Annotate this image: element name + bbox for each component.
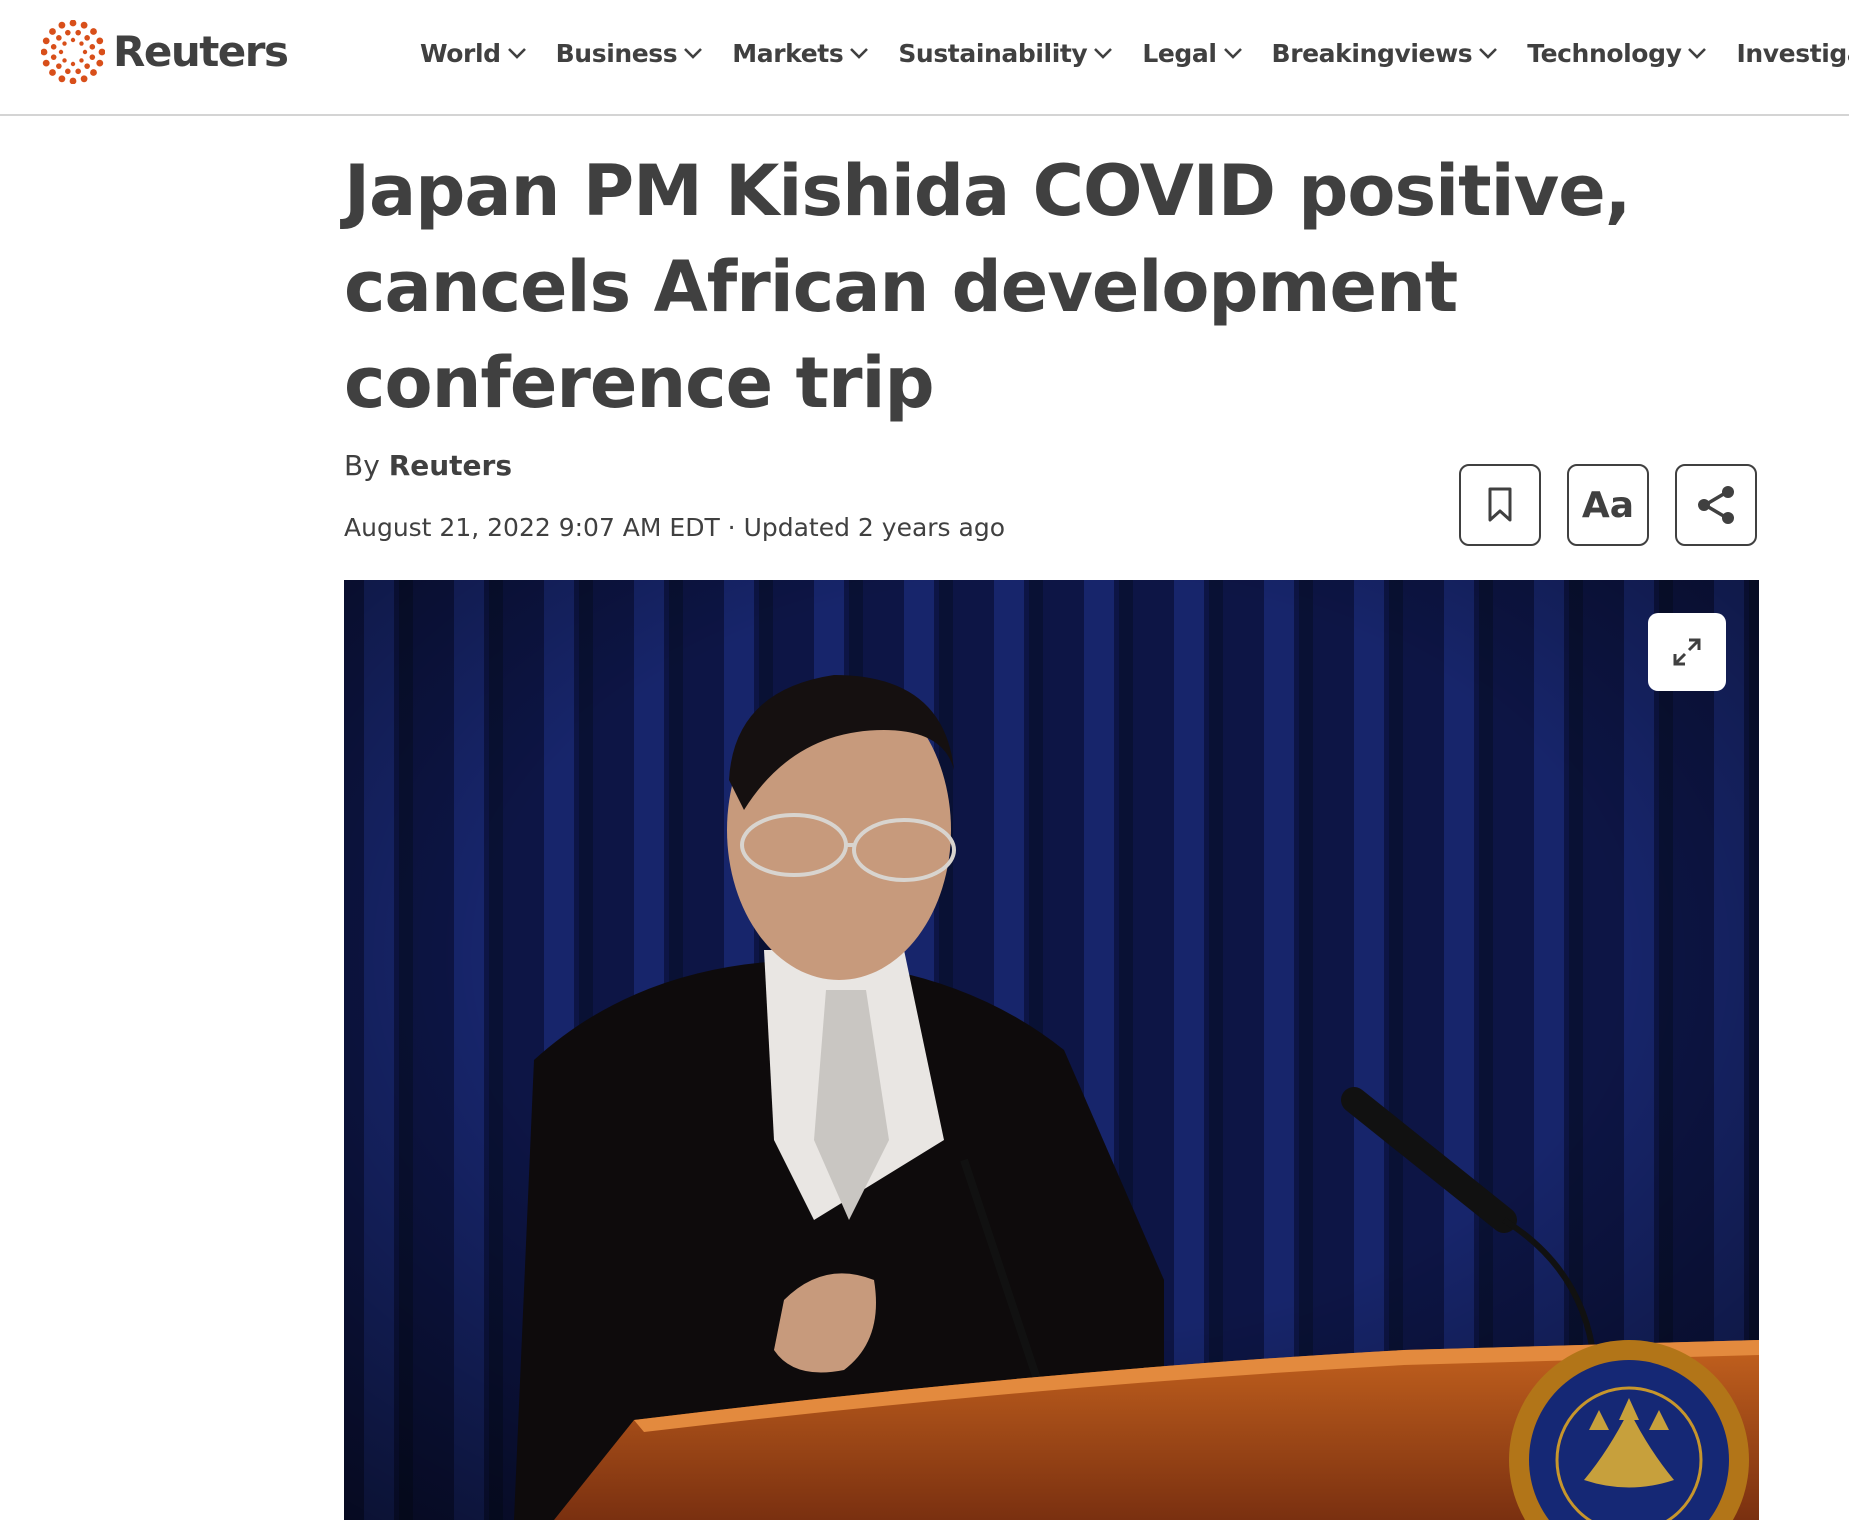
reuters-logo-icon (41, 20, 105, 84)
logo-dot (90, 28, 97, 35)
nav-item-world[interactable]: World (420, 39, 527, 68)
logo-dot (42, 59, 50, 67)
share-icon (1698, 486, 1734, 524)
logo-dot (58, 21, 66, 29)
nav-item-legal[interactable]: Legal (1142, 39, 1242, 68)
logo-dot (80, 21, 88, 29)
logo-dot (69, 77, 77, 84)
logo-dot (79, 58, 84, 63)
logo-dot (70, 61, 76, 67)
logo-dot (79, 41, 84, 46)
logo-dot (96, 37, 104, 45)
bookmark-button[interactable] (1459, 464, 1541, 546)
logo-dot (49, 28, 56, 35)
chevron-down-icon (1223, 48, 1242, 59)
share-button[interactable] (1675, 464, 1757, 546)
logo-dot (90, 69, 97, 76)
logo-dot (84, 35, 90, 41)
nav-item-label: Technology (1527, 38, 1682, 68)
chevron-down-icon (507, 48, 526, 59)
logo-dot (56, 35, 62, 41)
hero-photo (344, 580, 1759, 1520)
nav-item-label: Breakingviews (1271, 38, 1473, 68)
chevron-down-icon (1479, 48, 1498, 59)
chevron-down-icon (1094, 48, 1113, 59)
logo-dot (84, 63, 90, 69)
logo-dot (65, 68, 71, 75)
logo-dot (49, 69, 56, 76)
logo-dot (56, 63, 62, 69)
logo-dot (98, 48, 105, 56)
logo-dot (50, 54, 57, 60)
expand-image-button[interactable] (1648, 613, 1726, 691)
article-dateline: August 21, 2022 9:07 AM EDT · Updated 2 … (344, 513, 1006, 542)
logo-dot (50, 44, 57, 50)
nav-item-label: Legal (1142, 38, 1217, 68)
logo-dot (69, 20, 77, 27)
logo-dot (62, 58, 67, 63)
nav-item-business[interactable]: Business (556, 39, 704, 68)
nav-item-sustainability[interactable]: Sustainability (898, 39, 1113, 68)
author-link[interactable]: Reuters (389, 449, 512, 482)
nav-item-label: Business (555, 38, 678, 68)
chevron-down-icon (684, 48, 703, 59)
logo-dot (70, 37, 76, 43)
logo-dot (75, 29, 81, 36)
chevron-down-icon (850, 48, 869, 59)
logo-dot (82, 49, 88, 55)
logo-dot (89, 54, 96, 60)
hero-image (344, 580, 1759, 1520)
main-nav: World Business Markets Sustainability Le… (420, 0, 1849, 106)
logo-dot (89, 44, 96, 50)
byline-prefix: By (344, 449, 380, 482)
nav-item-label: Sustainability (898, 38, 1088, 68)
reuters-logo[interactable]: Reuters (41, 17, 289, 87)
nav-item-technology[interactable]: Technology (1527, 39, 1707, 68)
nav-item-breakingviews[interactable]: Breakingviews (1272, 39, 1499, 68)
text-size-button[interactable]: Aa (1567, 464, 1649, 546)
logo-dot (58, 75, 66, 83)
nav-item-investigations[interactable]: Investigations (1736, 39, 1849, 68)
nav-item-label: Markets (732, 38, 844, 68)
logo-dot (96, 59, 104, 67)
top-navigation-bar: Reuters World Business Markets Sustainab… (0, 0, 1849, 116)
nav-item-label: World (420, 38, 501, 68)
logo-dot (75, 68, 81, 75)
nav-item-label: Investigations (1736, 38, 1849, 68)
logo-dot (65, 29, 71, 36)
text-size-label: Aa (1581, 484, 1635, 526)
article-headline: Japan PM Kishida COVID positive, cancels… (344, 150, 1631, 424)
logo-dot (58, 49, 64, 55)
chevron-down-icon (1688, 48, 1707, 59)
logo-dot (62, 41, 67, 46)
brand-name: Reuters (113, 27, 289, 76)
article-byline: By Reuters (344, 449, 512, 482)
logo-dot (41, 48, 48, 56)
bookmark-icon (1488, 487, 1512, 522)
nav-item-markets[interactable]: Markets (732, 39, 869, 68)
logo-dot (42, 37, 50, 45)
logo-dot (80, 75, 88, 83)
expand-icon (1673, 638, 1701, 666)
